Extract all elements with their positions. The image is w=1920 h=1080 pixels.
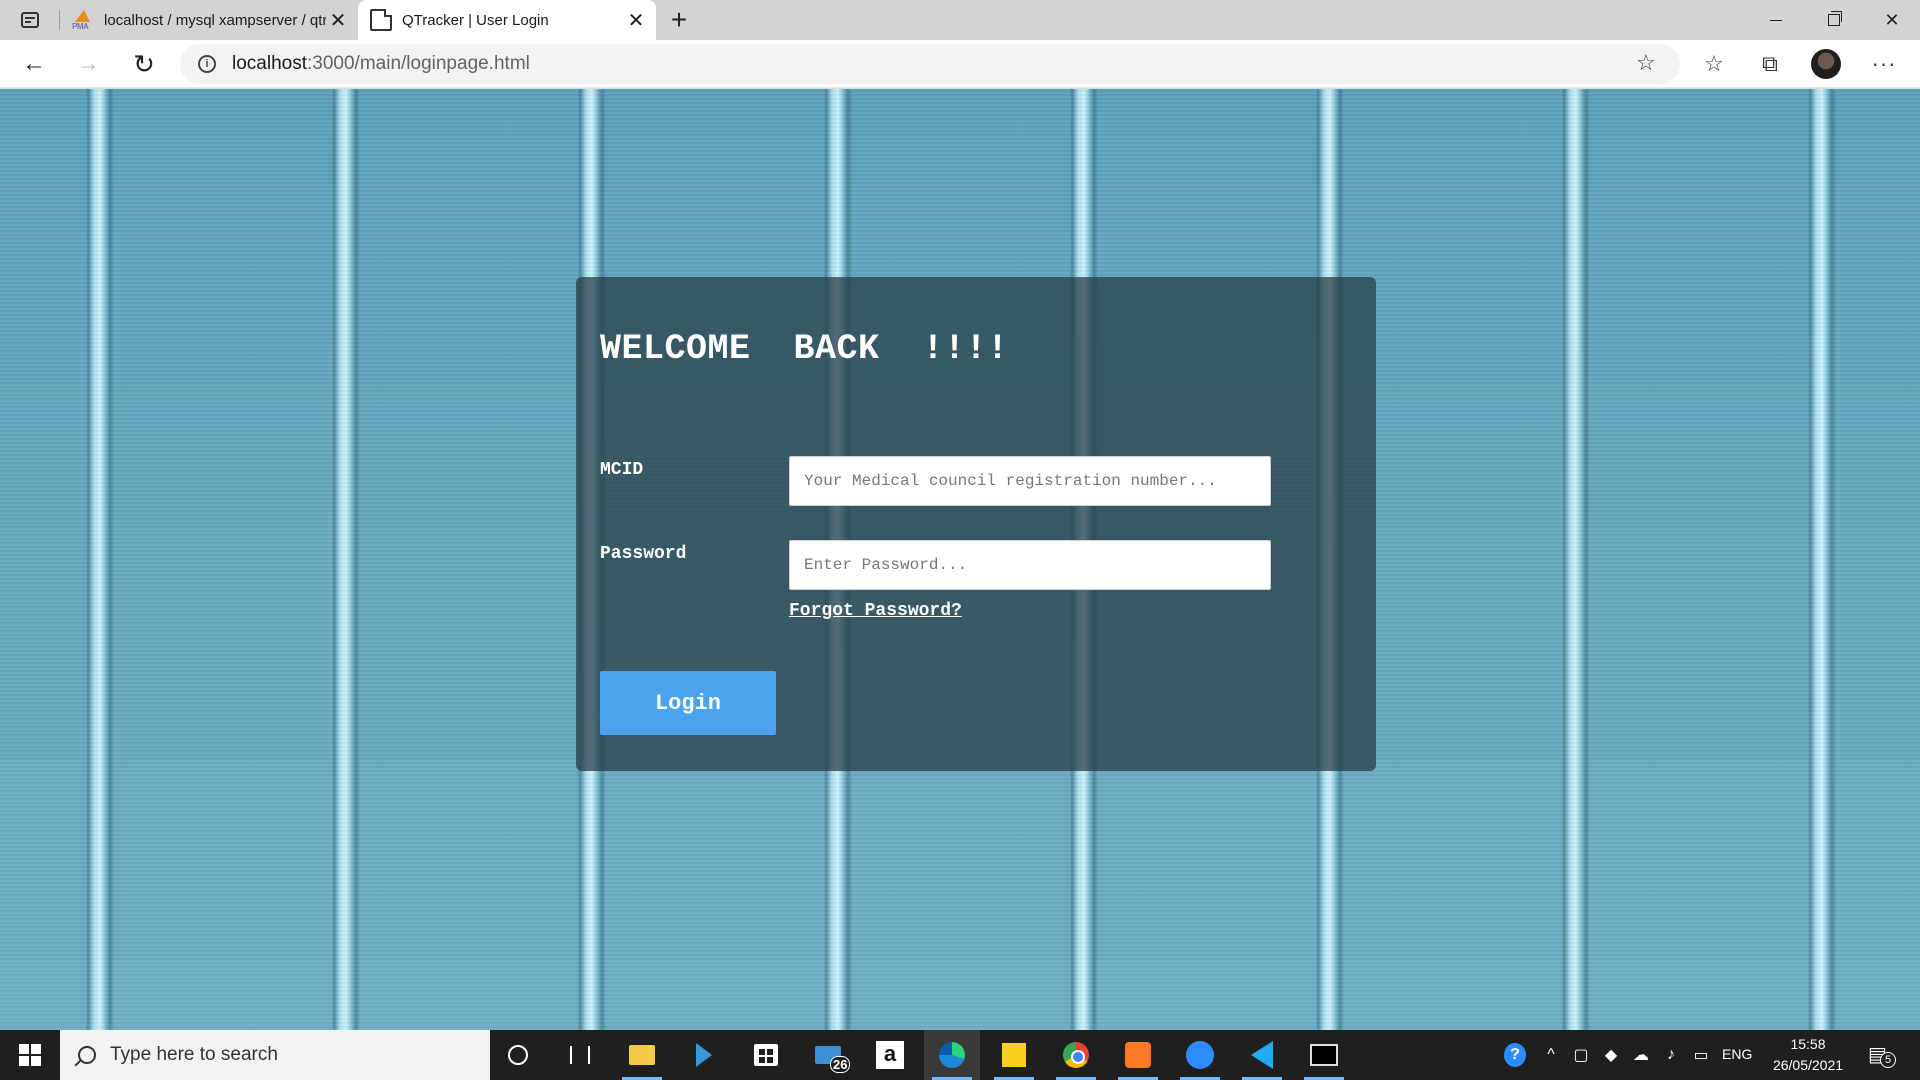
reload-button[interactable]: ↻ bbox=[126, 46, 162, 82]
language-indicator[interactable]: ENG bbox=[1722, 1046, 1752, 1062]
address-url[interactable]: localhost:3000/main/loginpage.html bbox=[232, 53, 530, 75]
clock-time: 15:58 bbox=[1790, 1036, 1826, 1052]
xampp-icon bbox=[1125, 1042, 1151, 1068]
page-viewport: WELCOME BACK !!!! MCID Password Forgot P… bbox=[0, 89, 1920, 1030]
welcome-heading: WELCOME BACK !!!! bbox=[600, 329, 1009, 369]
profile-avatar[interactable] bbox=[1808, 46, 1844, 82]
show-hidden-icons-button[interactable]: ^ bbox=[1540, 1044, 1562, 1066]
sticky-notes-icon bbox=[1002, 1043, 1026, 1067]
sticky-notes-button[interactable] bbox=[986, 1030, 1042, 1080]
site-info-icon[interactable]: i bbox=[198, 55, 216, 73]
volume-icon[interactable]: ♪ bbox=[1660, 1044, 1682, 1066]
edge-button[interactable] bbox=[924, 1030, 980, 1080]
new-tab-button[interactable]: + bbox=[662, 4, 696, 38]
cortana-icon bbox=[508, 1045, 528, 1065]
close-icon[interactable]: ✕ bbox=[326, 6, 350, 34]
onedrive-cloud-icon[interactable]: ☁ bbox=[1630, 1044, 1652, 1066]
device-tray-icon[interactable]: ▢ bbox=[1570, 1044, 1592, 1066]
zoom-button[interactable] bbox=[1172, 1030, 1228, 1080]
clock-date: 26/05/2021 bbox=[1772, 1057, 1844, 1073]
mail-button[interactable]: 26 bbox=[800, 1030, 856, 1080]
battery-icon[interactable]: ▭ bbox=[1690, 1044, 1712, 1066]
vscode-button[interactable] bbox=[1234, 1030, 1290, 1080]
avatar-image bbox=[1811, 49, 1841, 79]
mail-badge: 26 bbox=[830, 1056, 851, 1073]
restore-button[interactable] bbox=[1806, 0, 1862, 40]
notifications-count: 5 bbox=[1880, 1052, 1896, 1068]
tab-phpmyadmin[interactable]: PMA localhost / mysql xampserver / qtrac… bbox=[60, 0, 356, 40]
task-view-icon bbox=[570, 1046, 590, 1064]
favorites-icon[interactable]: ☆ bbox=[1696, 46, 1732, 82]
tab-title: QTracker | User Login bbox=[402, 11, 549, 29]
xampp-button[interactable] bbox=[1110, 1030, 1166, 1080]
windows-logo-icon bbox=[19, 1044, 41, 1066]
task-view-button[interactable] bbox=[552, 1030, 608, 1080]
taskbar-search-placeholder: Type here to search bbox=[110, 1044, 278, 1065]
taskbar-clock[interactable]: 15:58 26/05/2021 bbox=[1764, 1034, 1852, 1076]
file-explorer-button[interactable] bbox=[614, 1030, 670, 1080]
amazon-icon: a bbox=[876, 1041, 904, 1069]
visual-studio-icon bbox=[696, 1043, 712, 1067]
dropbox-tray-icon[interactable]: ◆ bbox=[1600, 1044, 1622, 1066]
vscode-icon bbox=[1251, 1041, 1273, 1069]
mcid-label: MCID bbox=[600, 460, 644, 480]
terminal-icon bbox=[1310, 1044, 1338, 1066]
start-button[interactable] bbox=[0, 1030, 60, 1080]
password-label: Password bbox=[600, 544, 687, 564]
address-bar[interactable]: i localhost:3000/main/loginpage.html bbox=[180, 44, 1680, 84]
store-icon bbox=[754, 1044, 778, 1066]
zoom-icon bbox=[1186, 1041, 1214, 1069]
minimize-button[interactable] bbox=[1748, 0, 1804, 40]
edge-icon bbox=[939, 1042, 965, 1068]
phpmyadmin-icon: PMA bbox=[72, 9, 94, 31]
document-icon bbox=[370, 9, 392, 31]
mcid-input[interactable] bbox=[789, 456, 1271, 506]
window-close-button[interactable]: ✕ bbox=[1864, 0, 1920, 40]
close-icon[interactable]: ✕ bbox=[622, 6, 650, 34]
login-button[interactable]: Login bbox=[600, 671, 776, 735]
help-tray-button[interactable]: ? bbox=[1504, 1043, 1526, 1067]
tab-actions-icon bbox=[21, 12, 39, 28]
more-menu-icon[interactable]: ··· bbox=[1866, 46, 1902, 82]
back-button[interactable]: ← bbox=[16, 46, 52, 82]
chrome-icon bbox=[1063, 1042, 1089, 1068]
forgot-password-link[interactable]: Forgot Password? bbox=[789, 601, 962, 621]
tab-qtracker-login[interactable]: QTracker | User Login ✕ bbox=[358, 0, 656, 40]
cortana-button[interactable] bbox=[490, 1030, 546, 1080]
amazon-button[interactable]: a bbox=[862, 1030, 918, 1080]
password-input[interactable] bbox=[789, 540, 1271, 590]
collections-icon[interactable]: ⧉ bbox=[1752, 46, 1788, 82]
restore-icon bbox=[1828, 11, 1842, 26]
browser-toolbar: ← → ↻ i localhost:3000/main/loginpage.ht… bbox=[0, 40, 1920, 88]
login-card: WELCOME BACK !!!! MCID Password Forgot P… bbox=[576, 277, 1376, 771]
search-icon bbox=[78, 1046, 96, 1064]
forward-button[interactable]: → bbox=[70, 46, 106, 82]
folder-icon bbox=[629, 1045, 655, 1065]
tab-actions-button[interactable] bbox=[14, 8, 46, 32]
visual-studio-button[interactable] bbox=[676, 1030, 732, 1080]
notifications-button[interactable]: ▤ 5 bbox=[1868, 1042, 1896, 1068]
help-icon: ? bbox=[1504, 1043, 1526, 1067]
tab-title: localhost / mysql xampserver / qtracker bbox=[104, 11, 327, 29]
store-button[interactable] bbox=[738, 1030, 794, 1080]
terminal-button[interactable] bbox=[1296, 1030, 1352, 1080]
tab-strip: PMA localhost / mysql xampserver / qtrac… bbox=[0, 0, 1920, 40]
chrome-button[interactable] bbox=[1048, 1030, 1104, 1080]
minimize-icon bbox=[1770, 19, 1782, 21]
add-favorite-icon[interactable]: ☆ bbox=[1636, 50, 1656, 76]
windows-taskbar: Type here to search 26 a ? ^ ▢ ◆ ☁ ♪ ▭ E… bbox=[0, 1030, 1920, 1080]
taskbar-search[interactable]: Type here to search bbox=[60, 1030, 490, 1080]
